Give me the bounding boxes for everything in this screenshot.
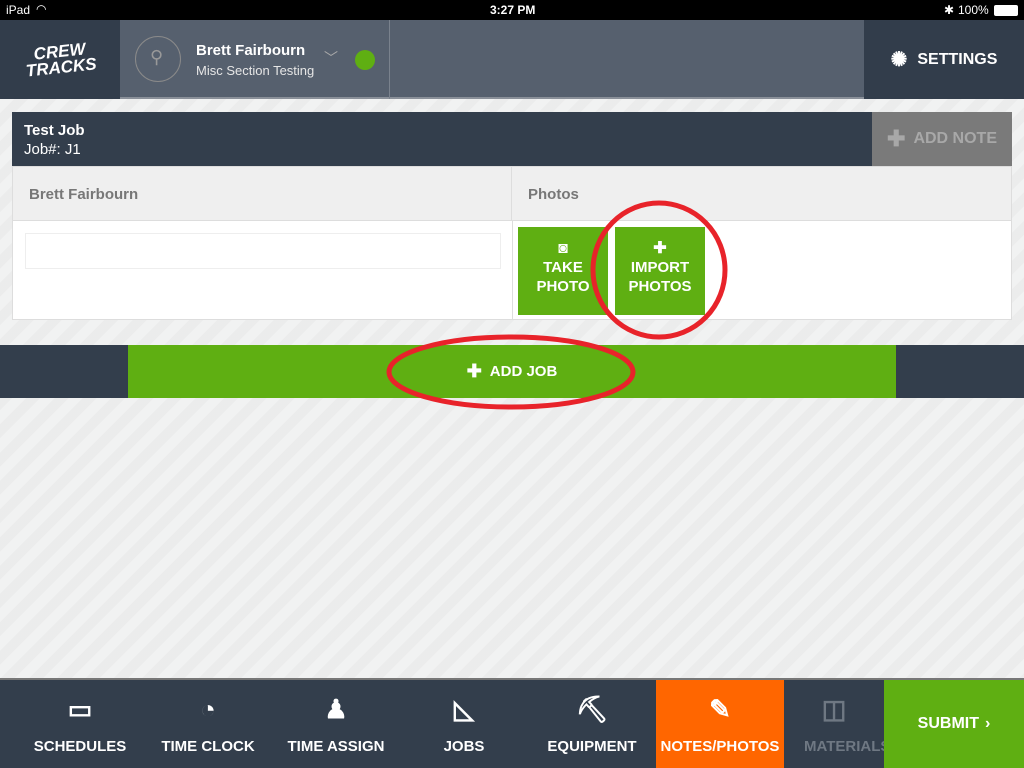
nav-label: JOBS <box>443 738 485 755</box>
pickaxe-icon: ⛏ <box>575 694 609 724</box>
nav-notes-photos[interactable]: ✎ NOTES/PHOTOS <box>656 680 784 768</box>
triangle-ruler-icon: ◺ <box>454 694 474 724</box>
nav-materials[interactable]: ◫ MATERIALS <box>784 680 884 768</box>
person-icon: ♟ <box>324 694 348 724</box>
nav-time-clock[interactable]: ◔ TIME CLOCK <box>144 680 272 768</box>
annotation-circle-import <box>590 200 728 340</box>
clock-icon: ◔ <box>200 694 216 724</box>
nav-jobs[interactable]: ◺ JOBS <box>400 680 528 768</box>
annotation-overlay <box>386 200 728 410</box>
submit-button[interactable]: SUBMIT › <box>884 680 1024 768</box>
nav-label: TIME ASSIGN <box>287 738 385 755</box>
notes-icon: ✎ <box>709 694 731 724</box>
nav-schedules[interactable]: ▭ SCHEDULES <box>16 680 144 768</box>
submit-label: SUBMIT <box>917 715 979 732</box>
nav-time-assign[interactable]: ♟ TIME ASSIGN <box>272 680 400 768</box>
bottom-nav: ▭ SCHEDULES ◔ TIME CLOCK ♟ TIME ASSIGN ◺ JOB… <box>0 678 1024 768</box>
chevron-right-icon: › <box>985 715 991 732</box>
nav-label: NOTES/PHOTOS <box>660 738 780 755</box>
materials-icon: ◫ <box>821 694 847 724</box>
annotation-circle-add-job <box>386 334 636 410</box>
nav-label: EQUIPMENT <box>547 738 637 755</box>
nav-label: MATERIALS <box>804 738 884 755</box>
nav-label: TIME CLOCK <box>161 738 255 755</box>
nav-equipment[interactable]: ⛏ EQUIPMENT <box>528 680 656 768</box>
nav-label: SCHEDULES <box>33 738 127 755</box>
calendar-icon: ▭ <box>67 694 93 724</box>
